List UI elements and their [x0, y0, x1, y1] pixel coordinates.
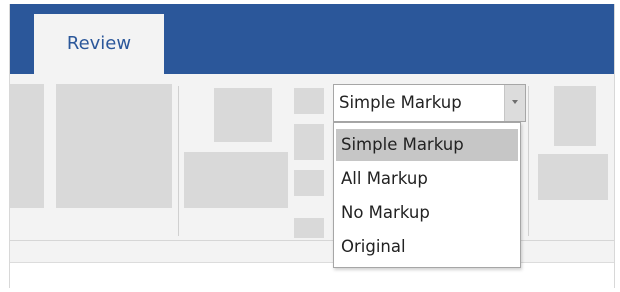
dropdown-arrow-button[interactable]	[504, 85, 525, 121]
display-for-review-dropdown[interactable]: Simple Markup	[333, 84, 526, 122]
ribbon-control-placeholder[interactable]	[294, 124, 324, 160]
ribbon-control-placeholder[interactable]	[184, 152, 288, 208]
option-no-markup[interactable]: No Markup	[336, 197, 518, 229]
option-original[interactable]: Original	[336, 231, 518, 263]
option-all-markup[interactable]: All Markup	[336, 163, 518, 195]
ribbon-separator	[178, 86, 179, 236]
tab-review[interactable]: Review	[34, 14, 164, 74]
markup-options-list: Simple Markup All Markup No Markup Origi…	[333, 122, 521, 268]
option-simple-markup[interactable]: Simple Markup	[336, 129, 518, 161]
ribbon-control-placeholder[interactable]	[294, 170, 324, 196]
ribbon-control-placeholder[interactable]	[56, 84, 172, 208]
dropdown-arrow-icon	[512, 100, 518, 104]
document-area	[10, 263, 614, 288]
ribbon-control-placeholder[interactable]	[214, 88, 272, 142]
ribbon-control-placeholder[interactable]	[10, 84, 44, 208]
ribbon-control-placeholder[interactable]	[294, 88, 324, 114]
ribbon-control-placeholder[interactable]	[294, 218, 324, 238]
ribbon-separator	[528, 86, 529, 236]
word-window: Review Simple Markup Simple Markup All M…	[9, 4, 615, 288]
dropdown-selected-value: Simple Markup	[339, 93, 462, 112]
ribbon-control-placeholder[interactable]	[554, 86, 596, 146]
ribbon-control-placeholder[interactable]	[538, 154, 608, 200]
ribbon-tab-bar: Review	[10, 4, 614, 74]
